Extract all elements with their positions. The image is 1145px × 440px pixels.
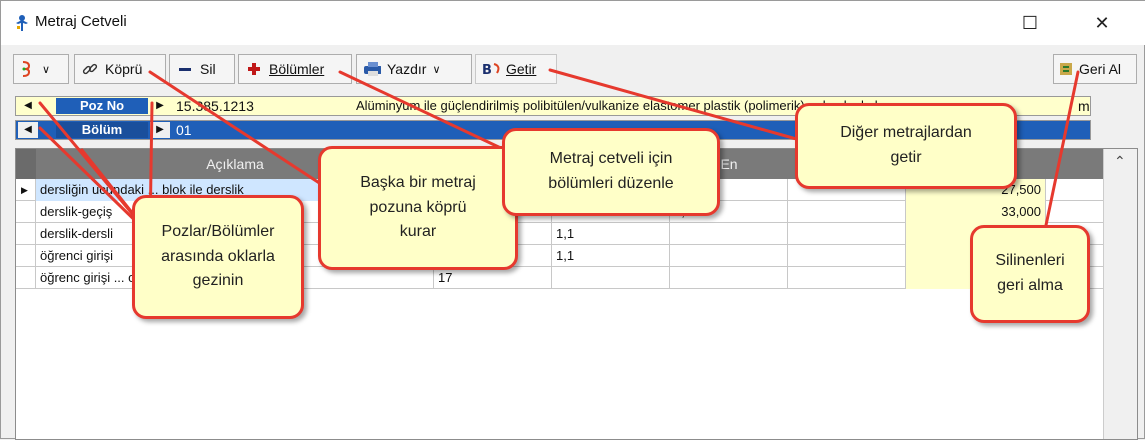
callout-geri-line-2: geri alma — [997, 277, 1063, 294]
callout-getir-line-1: Diğer metrajlardan — [840, 124, 972, 142]
callout-geri-line-1: Silinenleri — [995, 252, 1065, 270]
callout-nav-line-3: gezinin — [192, 272, 244, 290]
callout-nav-line-2: arasında oklarla — [161, 247, 275, 265]
callout-getir-line-2: getir — [890, 149, 922, 166]
callout-bolum-line-2: bölümleri düzenle — [548, 175, 674, 192]
callout-kopru-line-3: kurar — [399, 223, 437, 241]
callout-navigation: Pozlar/Bölümler arasında oklarla gezinin — [132, 195, 304, 319]
pointer-line-kopru — [148, 70, 332, 192]
callout-bolumler: Metraj cetveli için bölümleri düzenle — [502, 128, 720, 216]
callout-getir: Diğer metrajlardan getir — [795, 103, 1017, 189]
pointer-line-geri-al — [1043, 70, 1080, 232]
callout-kopru: Başka bir metraj pozuna köprü kurar — [318, 146, 518, 270]
callout-kopru-line-1: Başka bir metraj — [360, 173, 476, 191]
callout-geri-al: Silinenleri geri alma — [970, 225, 1090, 323]
callout-kopru-line-2: pozuna köprü — [369, 198, 467, 216]
callout-bolum-line-1: Metraj cetveli için — [549, 150, 673, 168]
callout-nav-line-1: Pozlar/Bölümler — [161, 222, 275, 240]
pointer-line-bolumler — [338, 70, 507, 152]
